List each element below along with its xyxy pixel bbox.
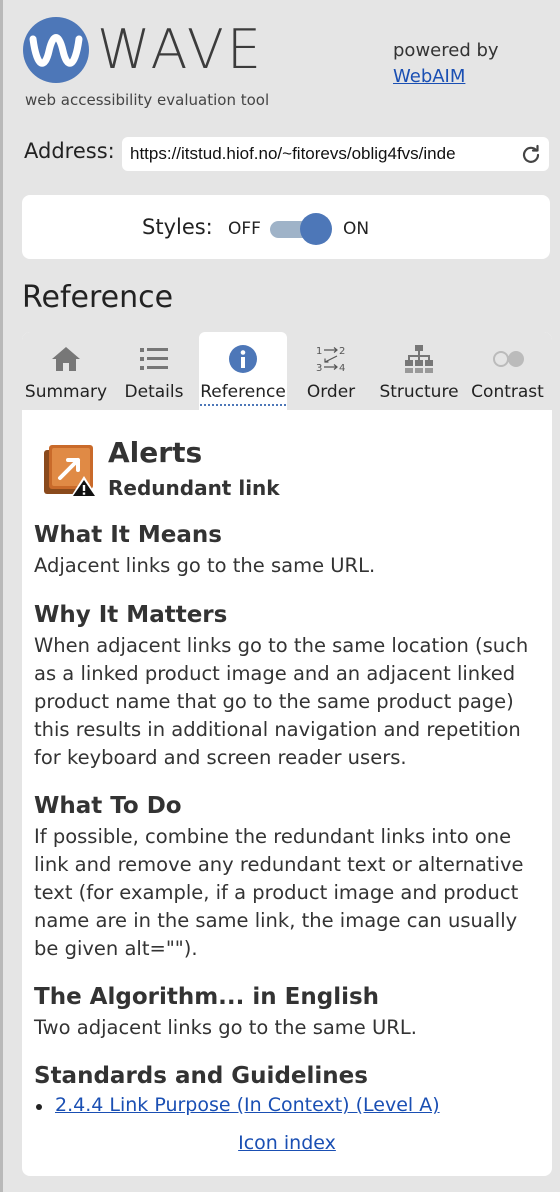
styles-toggle-knob[interactable] (300, 213, 332, 245)
what-it-means-heading: What It Means (34, 522, 222, 548)
powered-by-label: powered by (393, 40, 499, 61)
why-it-matters-heading: Why It Matters (34, 602, 228, 628)
standards-list: 2.4.4 Link Purpose (In Context) (Level A… (34, 1094, 534, 1122)
webaim-link[interactable]: WebAIM (393, 66, 465, 87)
order-icon-num-1: 1 (316, 346, 322, 357)
address-field[interactable]: https://itstud.hiof.no/~fitorevs/oblig4f… (122, 137, 549, 171)
tab-summary-label: Summary (24, 382, 108, 402)
tab-bar: Summary Details Reference 1 2 3 4 Order … (22, 332, 552, 410)
info-icon (229, 345, 257, 373)
what-it-means-text: Adjacent links go to the same URL. (34, 554, 376, 577)
tab-reference-label: Reference (199, 382, 287, 406)
tab-details[interactable]: Details (110, 332, 198, 410)
standards-heading: Standards and Guidelines (34, 1063, 368, 1089)
alert-item-name: Redundant link (108, 476, 280, 500)
section-title: Reference (22, 280, 174, 315)
what-to-do-text: If possible, combine the redundant links… (34, 825, 524, 960)
tab-structure-label: Structure (379, 382, 459, 402)
order-icon-num-2: 2 (339, 346, 345, 357)
home-icon (52, 347, 80, 371)
why-it-matters-text: When adjacent links go to the same locat… (34, 634, 529, 769)
refresh-icon[interactable] (521, 144, 541, 164)
address-label: Address: (24, 139, 115, 163)
tab-contrast[interactable]: Contrast (463, 332, 552, 410)
what-to-do-heading: What To Do (34, 793, 182, 819)
wave-logo-icon (23, 17, 89, 83)
tab-structure[interactable]: Structure (375, 332, 463, 410)
logo-text: WAVE (97, 18, 264, 81)
styles-label: Styles: (142, 215, 213, 239)
tab-contrast-label: Contrast (471, 382, 544, 402)
structure-icon (405, 345, 433, 373)
order-icon: 1 2 3 4 (316, 346, 345, 374)
tab-order-label: Order (306, 382, 356, 402)
logo-tagline: web accessibility evaluation tool (25, 91, 270, 109)
reference-panel: Summary Details Reference 1 2 3 4 Order … (22, 332, 552, 1176)
order-icon-num-3: 3 (316, 363, 322, 374)
address-input[interactable]: https://itstud.hiof.no/~fitorevs/oblig4f… (130, 137, 508, 171)
styles-on-label: ON (343, 219, 370, 239)
icon-index-link[interactable]: Icon index (22, 1132, 552, 1154)
powered-by: powered by WebAIM (393, 38, 499, 90)
tab-details-label: Details (124, 382, 184, 402)
alert-category: Alerts (108, 436, 203, 469)
list-icon (140, 348, 168, 370)
algorithm-text: Two adjacent links go to the same URL. (34, 1016, 417, 1039)
standard-link[interactable]: 2.4.4 Link Purpose (In Context) (Level A… (55, 1094, 440, 1116)
styles-card: Styles: OFF ON (22, 195, 550, 259)
redundant-link-alert-icon (44, 445, 98, 498)
styles-off-label: OFF (228, 219, 261, 239)
tab-order[interactable]: 1 2 3 4 Order (287, 332, 375, 410)
header: WAVE web accessibility evaluation tool p… (0, 0, 560, 120)
tab-reference-text: Reference (200, 382, 286, 406)
window-edge (0, 0, 3, 1192)
order-icon-num-4: 4 (339, 363, 345, 374)
contrast-icon (492, 351, 524, 367)
algorithm-heading: The Algorithm... in English (34, 984, 380, 1010)
tab-summary[interactable]: Summary (22, 332, 110, 410)
tab-reference[interactable]: Reference (199, 332, 287, 410)
bullet-dot (36, 1104, 42, 1110)
